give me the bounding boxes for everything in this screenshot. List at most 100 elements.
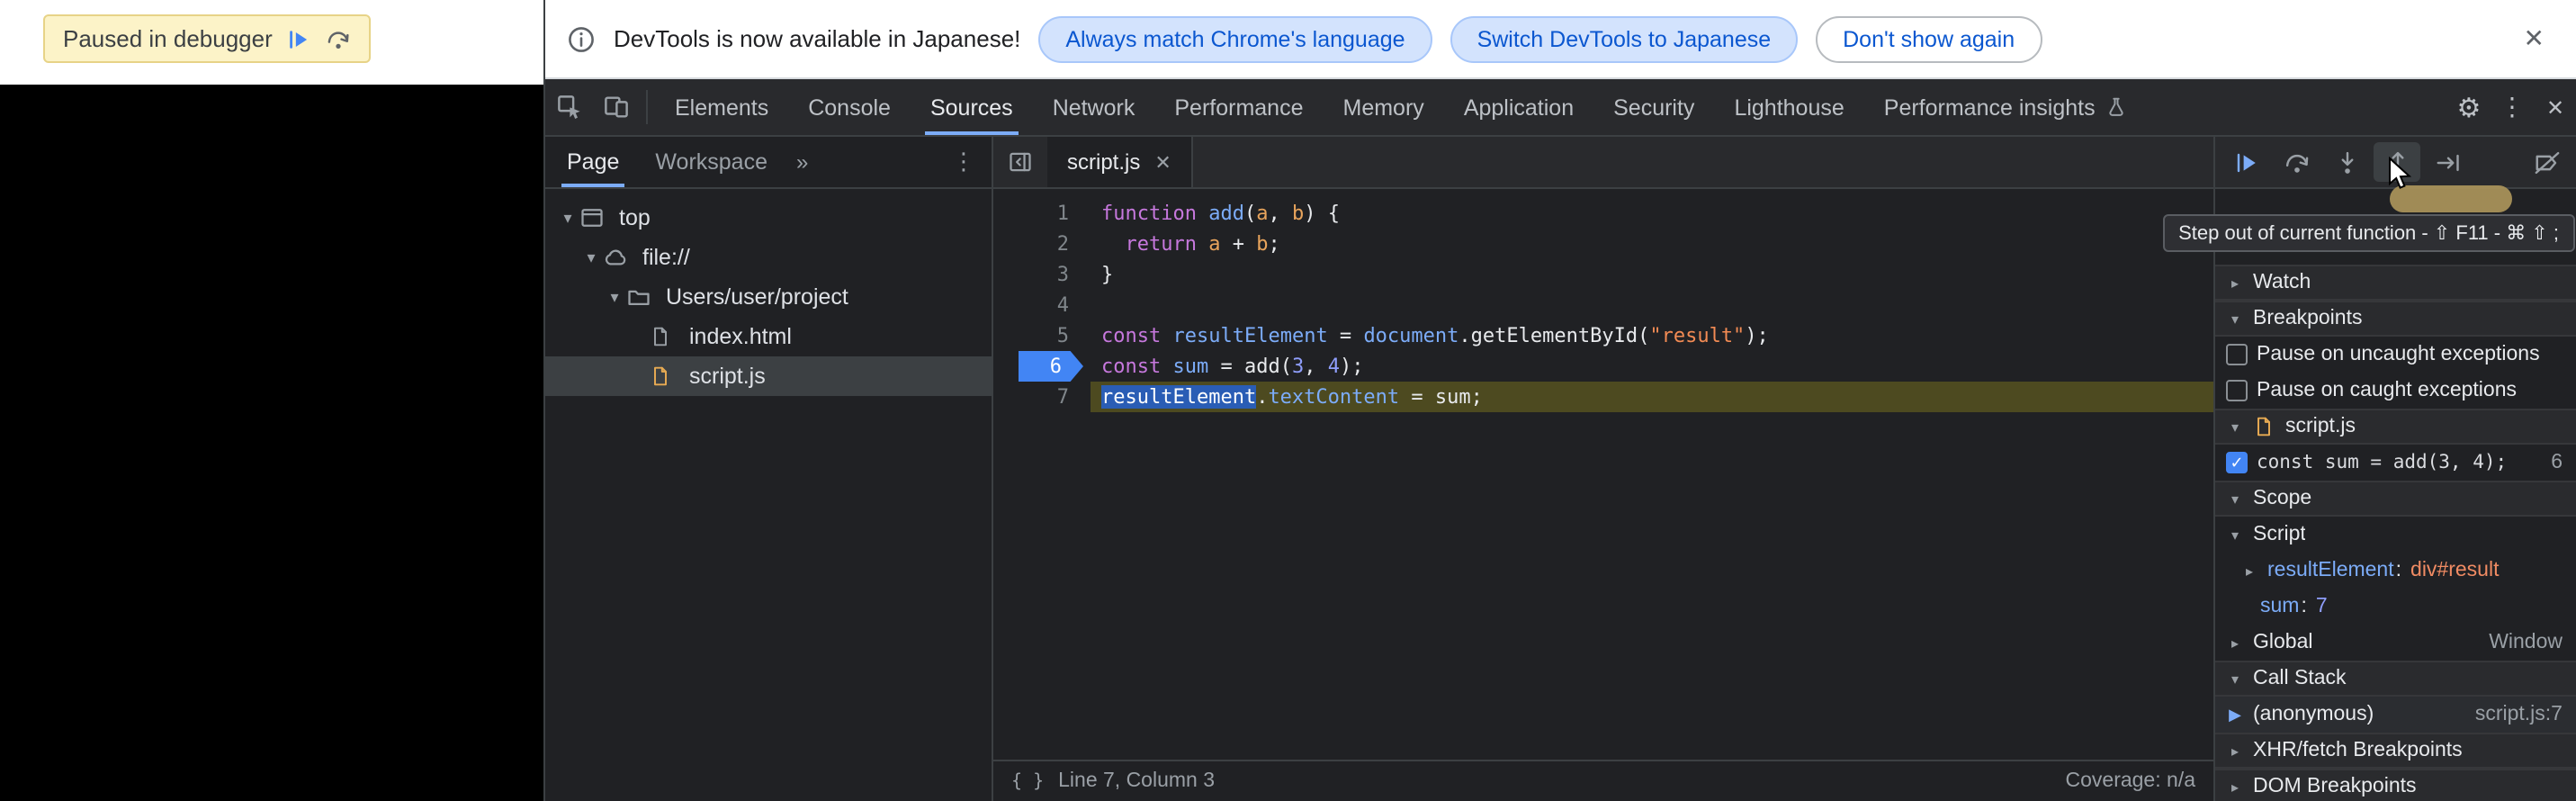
step-over-icon[interactable] [327, 26, 352, 51]
tree-twisty-icon[interactable]: ▾ [603, 287, 626, 307]
code-token: , [1304, 355, 1328, 378]
scope-group-script[interactable]: ▾Script [2215, 517, 2576, 553]
tree-twisty-icon[interactable]: ▾ [556, 208, 579, 228]
row-label: Breakpoints [2253, 308, 2362, 329]
scope-var-resultelement[interactable]: ▸resultElement: div#result [2215, 553, 2576, 589]
devtools-close-icon[interactable]: ✕ [2534, 94, 2576, 120]
coverage-label: Coverage: n/a [2066, 770, 2196, 792]
dont-show-again-button[interactable]: Don't show again [1816, 15, 2042, 62]
step-over-button[interactable] [2273, 142, 2320, 182]
row-label: Pause on uncaught exceptions [2257, 344, 2540, 365]
twisty-icon[interactable]: ▾ [2226, 670, 2244, 687]
tab-lighthouse[interactable]: Lighthouse [1714, 79, 1863, 135]
toolbar-right-icons: ⚙ ⋮ ✕ [2447, 79, 2576, 135]
checkbox-row-pause-on-caught-exceptions[interactable]: ✓Pause on caught exceptions [2215, 373, 2576, 409]
tab-elements[interactable]: Elements [655, 79, 788, 135]
scope-var-sum[interactable]: sum: 7 [2215, 589, 2576, 625]
toggle-navigator-icon[interactable] [993, 137, 1047, 187]
twisty-icon[interactable]: ▾ [2226, 418, 2244, 435]
resume-button[interactable] [2222, 142, 2269, 182]
editor-tab-close-icon[interactable]: ✕ [1154, 150, 1171, 174]
section-call-stack[interactable]: ▾Call Stack [2215, 661, 2576, 697]
checkbox-row-const-sum-add-3-4[interactable]: ✓const sum = add(3, 4);6 [2215, 445, 2576, 481]
tree-twisty-icon[interactable]: ▾ [579, 248, 603, 267]
breakpoint-marker[interactable]: 6 [1019, 351, 1083, 382]
line-number-3[interactable]: 3 [993, 259, 1091, 290]
tab-label: Network [1053, 94, 1135, 120]
navigator-more-options-icon[interactable]: ⋮ [936, 148, 992, 176]
checkbox[interactable]: ✓ [2226, 344, 2248, 365]
section-breakpoints[interactable]: ▾ Breakpoints [2215, 301, 2576, 337]
navigator-tab-workspace[interactable]: Workspace [637, 137, 785, 187]
checkbox-row-pause-on-uncaught-exceptions[interactable]: ✓ Pause on uncaught exceptions [2215, 337, 2576, 373]
callstack-frame[interactable]: ▶(anonymous)script.js:7 [2215, 697, 2576, 733]
twisty-icon[interactable]: ▸ [2226, 778, 2244, 795]
section-scope[interactable]: ▾Scope [2215, 481, 2576, 517]
checkbox[interactable]: ✓ [2226, 452, 2248, 473]
tab-memory[interactable]: Memory [1324, 79, 1444, 135]
step-into-button[interactable] [2323, 142, 2370, 182]
code-token: } [1101, 263, 1113, 286]
settings-gear-icon[interactable]: ⚙ [2447, 91, 2491, 123]
device-toolbar-icon[interactable] [592, 79, 639, 135]
tab-network[interactable]: Network [1033, 79, 1155, 135]
section-dom-breakpoints[interactable]: ▸DOM Breakpoints [2215, 769, 2576, 801]
checkbox[interactable]: ✓ [2226, 380, 2248, 401]
mouse-cursor [2388, 157, 2411, 200]
tab-performance-insights[interactable]: Performance insights [1864, 79, 2148, 135]
navigator-tab-page[interactable]: Page [549, 137, 637, 187]
line-number-1[interactable]: 1 [993, 198, 1091, 229]
editor-tab-script-js[interactable]: script.js ✕ [1047, 137, 1193, 187]
more-options-icon[interactable]: ⋮ [2491, 92, 2534, 122]
twisty-icon[interactable]: ▸ [2240, 562, 2258, 579]
tab-security[interactable]: Security [1593, 79, 1714, 135]
tab-console[interactable]: Console [788, 79, 911, 135]
tab-label: Performance [1174, 94, 1303, 120]
line-number-2[interactable]: 2 [993, 229, 1091, 259]
inspect-element-icon[interactable] [545, 79, 592, 135]
code-token: a [1256, 202, 1268, 225]
screenshot-stage: Paused in debugger DevTools is now avail… [0, 0, 2576, 801]
line-number-4[interactable]: 4 [993, 290, 1091, 320]
scope-group-global[interactable]: ▸GlobalWindow [2215, 625, 2576, 661]
toolbar-separator [646, 90, 648, 124]
twisty-icon[interactable]: ▾ [2226, 310, 2244, 327]
twisty-icon[interactable]: ▸ [2226, 274, 2244, 291]
row-right-label: script.js:7 [2475, 704, 2563, 725]
navigator-header: Page Workspace » ⋮ [545, 137, 992, 189]
twisty-icon[interactable]: ▸ [2226, 742, 2244, 759]
infobar-close-icon[interactable]: ✕ [2509, 23, 2559, 54]
match-chrome-language-button[interactable]: Always match Chrome's language [1038, 15, 1432, 62]
tree-item-top[interactable]: ▾top [545, 198, 992, 238]
resume-script-icon[interactable] [287, 26, 312, 51]
tab-performance[interactable]: Performance [1154, 79, 1323, 135]
line-number-5[interactable]: 5 [993, 320, 1091, 351]
row-label: XHR/fetch Breakpoints [2253, 740, 2463, 761]
tree-item-script-js[interactable]: script.js [545, 356, 992, 396]
twisty-icon[interactable]: ▾ [2226, 490, 2244, 507]
breakpoint-file-group[interactable]: ▾ script.js [2215, 409, 2576, 445]
tree-item-users-user-project[interactable]: ▾Users/user/project [545, 277, 992, 317]
scope-var-value: div#result [2410, 560, 2499, 581]
twisty-icon[interactable]: ▾ [2226, 526, 2244, 543]
code-token: ) { [1304, 202, 1340, 225]
navigator-overflow-chevrons[interactable]: » [785, 149, 819, 175]
devtools-toolbar: ElementsConsoleSources Network Performance… [545, 79, 2576, 137]
tab-application[interactable]: Application [1444, 79, 1593, 135]
line-number-6[interactable]: 6 [993, 351, 1091, 382]
section-xhr-fetch-breakpoints[interactable]: ▸ XHR/fetch Breakpoints [2215, 733, 2576, 769]
tree-item-index-html[interactable]: index.html [545, 317, 992, 356]
code-token [1101, 232, 1126, 256]
row-label: script.js [2285, 416, 2356, 437]
twisty-icon[interactable]: ▸ [2226, 634, 2244, 651]
switch-devtools-japanese-button[interactable]: Switch DevTools to Japanese [1450, 15, 1799, 62]
tree-item-file[interactable]: ▾file:// [545, 238, 992, 277]
tab-sources[interactable]: Sources [911, 79, 1033, 135]
line-number-7[interactable]: 7 [993, 382, 1091, 412]
step-button[interactable] [2424, 142, 2471, 182]
row-label: (anonymous) [2253, 704, 2374, 725]
pretty-print-icon[interactable]: { } [1011, 771, 1044, 791]
deactivate-breakpoints-button[interactable] [2523, 142, 2570, 182]
section-watch[interactable]: ▸Watch [2215, 265, 2576, 301]
code-token: ; [1269, 232, 1280, 256]
